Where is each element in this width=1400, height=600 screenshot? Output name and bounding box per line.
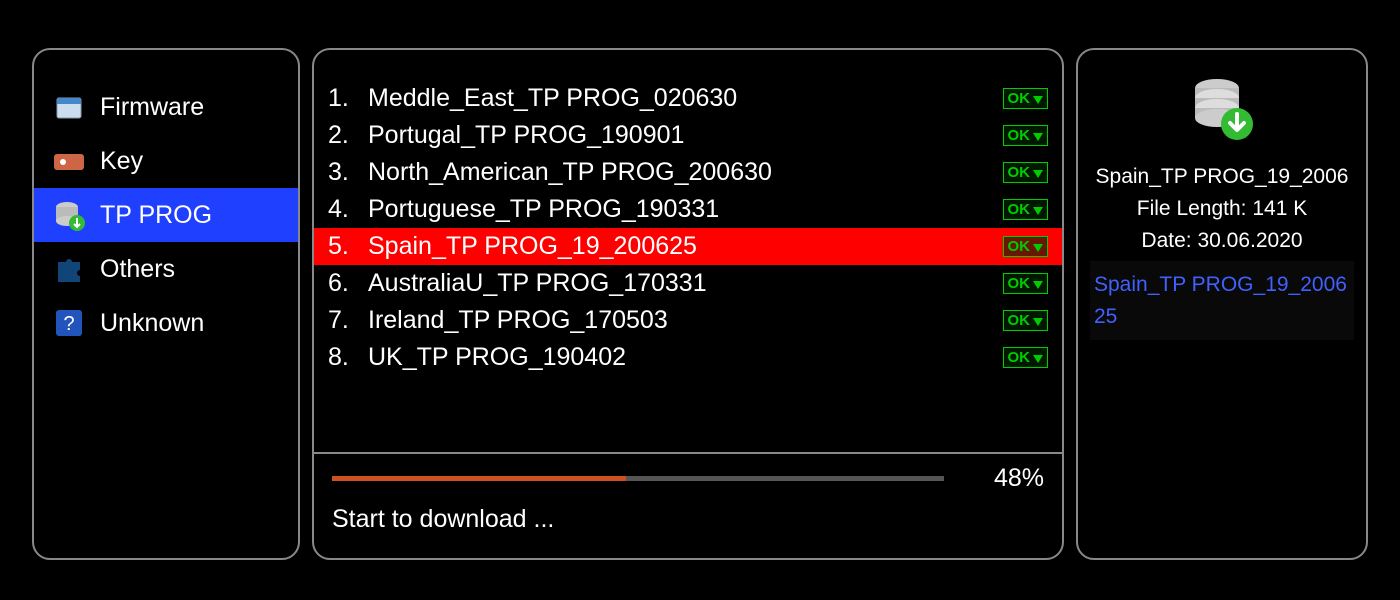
ok-text: OK — [1008, 312, 1031, 329]
db-download-icon — [52, 198, 86, 232]
row-number: 6. — [328, 269, 368, 298]
sidebar-item-key[interactable]: Key — [34, 134, 298, 188]
row-number: 1. — [328, 84, 368, 113]
sidebar-item-firmware[interactable]: Firmware — [34, 80, 298, 134]
info-date: Date: 30.06.2020 — [1090, 229, 1354, 253]
key-icon — [52, 144, 86, 178]
ok-download-badge[interactable]: OK — [1003, 125, 1049, 146]
row-number: 5. — [328, 232, 368, 261]
row-label: Meddle_East_TP PROG_020630 — [368, 84, 1003, 113]
download-arrow-icon — [1033, 170, 1043, 178]
file-list: 1.Meddle_East_TP PROG_020630OK2.Portugal… — [314, 50, 1062, 444]
ok-download-badge[interactable]: OK — [1003, 273, 1049, 294]
download-arrow-icon — [1033, 355, 1043, 363]
ok-text: OK — [1008, 349, 1031, 366]
download-queue-item: Spain_TP PROG_19_200625 — [1090, 261, 1354, 340]
download-arrow-icon — [1033, 96, 1043, 104]
ok-text: OK — [1008, 90, 1031, 107]
row-number: 8. — [328, 343, 368, 372]
download-arrow-icon — [1033, 133, 1043, 141]
sidebar-item-label: Key — [100, 147, 143, 176]
progress-percent: 48% — [964, 464, 1044, 493]
download-arrow-icon — [1033, 244, 1043, 252]
list-item[interactable]: 5.Spain_TP PROG_19_200625 OK — [314, 228, 1062, 265]
sidebar-item-label: Firmware — [100, 93, 204, 122]
info-panel: Spain_TP PROG_19_2006 File Length: 141 K… — [1076, 48, 1368, 560]
row-label: UK_TP PROG_190402 — [368, 343, 1003, 372]
row-number: 4. — [328, 195, 368, 224]
list-item[interactable]: 7.Ireland_TP PROG_170503 OK — [314, 302, 1062, 339]
row-label: Spain_TP PROG_19_200625 — [368, 232, 1003, 261]
sidebar-item-label: Unknown — [100, 309, 204, 338]
download-arrow-icon — [1033, 281, 1043, 289]
sidebar-item-label: Others — [100, 255, 175, 284]
list-item[interactable]: 8.UK_TP PROG_190402 OK — [314, 339, 1062, 376]
sidebar-item-unknown[interactable]: ? Unknown — [34, 296, 298, 350]
ok-download-badge[interactable]: OK — [1003, 199, 1049, 220]
database-download-icon — [1090, 74, 1354, 149]
ok-text: OK — [1008, 238, 1031, 255]
download-arrow-icon — [1033, 207, 1043, 215]
progress-bar — [332, 476, 944, 481]
ok-text: OK — [1008, 127, 1031, 144]
row-label: Ireland_TP PROG_170503 — [368, 306, 1003, 335]
info-file-length: File Length: 141 K — [1090, 197, 1354, 221]
svg-text:?: ? — [63, 313, 74, 335]
puzzle-icon — [52, 252, 86, 286]
ok-text: OK — [1008, 275, 1031, 292]
ok-text: OK — [1008, 164, 1031, 181]
list-item[interactable]: 1.Meddle_East_TP PROG_020630 OK — [314, 80, 1062, 117]
ok-download-badge[interactable]: OK — [1003, 88, 1049, 109]
list-item[interactable]: 2.Portugal_TP PROG_190901 OK — [314, 117, 1062, 154]
row-number: 2. — [328, 121, 368, 150]
list-item[interactable]: 6.AustraliaU_TP PROG_170331 OK — [314, 265, 1062, 302]
row-number: 7. — [328, 306, 368, 335]
sidebar: Firmware Key TP PROG Others? Unknown — [32, 48, 300, 560]
status-text: Start to download ... — [332, 505, 1044, 534]
ok-download-badge[interactable]: OK — [1003, 310, 1049, 331]
firmware-icon — [52, 90, 86, 124]
progress-area: 48% Start to download ... — [314, 454, 1062, 558]
question-icon: ? — [52, 306, 86, 340]
download-arrow-icon — [1033, 318, 1043, 326]
sidebar-item-others[interactable]: Others — [34, 242, 298, 296]
row-label: Portuguese_TP PROG_190331 — [368, 195, 1003, 224]
ok-download-badge[interactable]: OK — [1003, 347, 1049, 368]
row-number: 3. — [328, 158, 368, 187]
ok-download-badge[interactable]: OK — [1003, 236, 1049, 257]
sidebar-item-label: TP PROG — [100, 201, 212, 230]
row-label: AustraliaU_TP PROG_170331 — [368, 269, 1003, 298]
info-title: Spain_TP PROG_19_2006 — [1090, 165, 1354, 189]
ok-download-badge[interactable]: OK — [1003, 162, 1049, 183]
row-label: North_American_TP PROG_200630 — [368, 158, 1003, 187]
list-item[interactable]: 3.North_American_TP PROG_200630 OK — [314, 154, 1062, 191]
ok-text: OK — [1008, 201, 1031, 218]
row-label: Portugal_TP PROG_190901 — [368, 121, 1003, 150]
main-panel: 1.Meddle_East_TP PROG_020630OK2.Portugal… — [312, 48, 1064, 560]
progress-fill — [332, 476, 626, 481]
sidebar-item-tp-prog[interactable]: TP PROG — [34, 188, 298, 242]
list-item[interactable]: 4.Portuguese_TP PROG_190331 OK — [314, 191, 1062, 228]
